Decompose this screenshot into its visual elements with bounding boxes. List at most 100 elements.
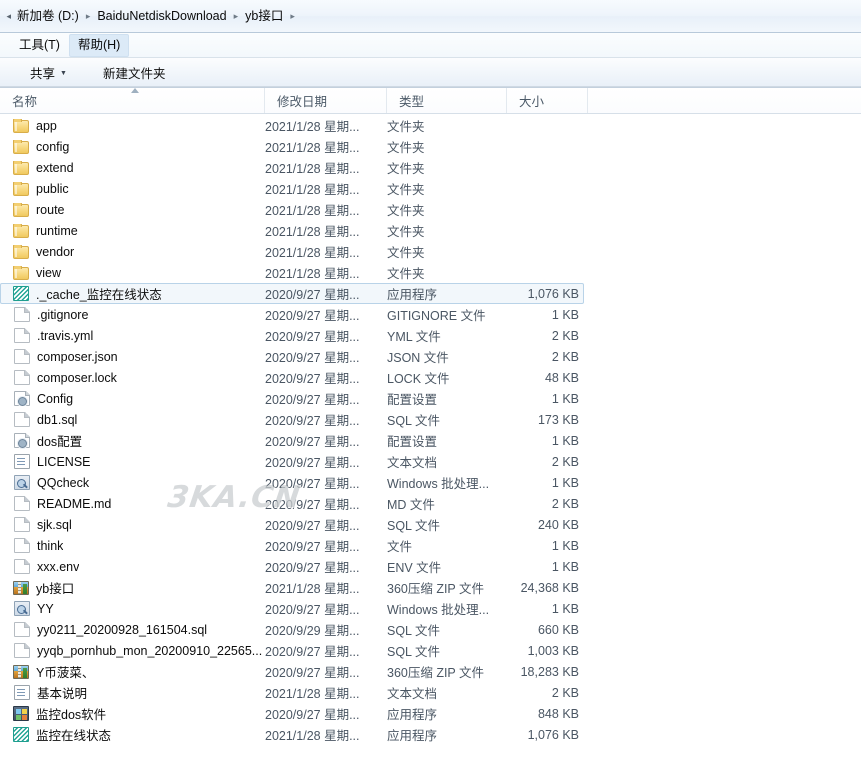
file-row[interactable]: YY2020/9/27 星期...Windows 批处理...1 KB	[0, 598, 861, 619]
file-type-cell: 文件夹	[387, 221, 507, 240]
file-name-cell: YY	[1, 601, 265, 616]
file-row[interactable]: yy0211_20200928_161504.sql2020/9/29 星期..…	[0, 619, 861, 640]
file-row[interactable]: Y币菠菜、2020/9/27 星期...360压缩 ZIP 文件18,283 K…	[0, 661, 861, 682]
file-row[interactable]: 监控dos软件2020/9/27 星期...应用程序848 KB	[0, 703, 861, 724]
file-row-content: dos配置2020/9/27 星期...配置设置1 KB	[0, 430, 584, 451]
file-row[interactable]: app2021/1/28 星期...文件夹	[0, 115, 861, 136]
file-name-label: vendor	[36, 245, 74, 259]
file-row[interactable]: runtime2021/1/28 星期...文件夹	[0, 220, 861, 241]
menu-item-help[interactable]: 帮助(H)	[69, 34, 129, 57]
file-row[interactable]: ._cache_监控在线状态2020/9/27 星期...应用程序1,076 K…	[0, 283, 861, 304]
file-row[interactable]: vendor2021/1/28 星期...文件夹	[0, 241, 861, 262]
file-row[interactable]: README.md2020/9/27 星期...MD 文件2 KB	[0, 493, 861, 514]
file-row[interactable]: composer.json2020/9/27 星期...JSON 文件2 KB	[0, 346, 861, 367]
file-row[interactable]: sjk.sql2020/9/27 星期...SQL 文件240 KB	[0, 514, 861, 535]
address-bar[interactable]: ◂ 新加卷 (D:) ▸ BaiduNetdiskDownload ▸ yb接口…	[0, 0, 861, 33]
folder-icon	[13, 120, 29, 133]
file-size-cell: 2 KB	[507, 350, 579, 364]
document-icon	[14, 538, 30, 553]
breadcrumb-chevron-icon-2[interactable]: ▸	[231, 8, 242, 24]
file-type-cell: 文本文档	[387, 452, 507, 471]
file-row-content: yyqb_pornhub_mon_20200910_22565...2020/9…	[0, 640, 584, 661]
file-date-cell: 2021/1/28 星期...	[265, 137, 387, 156]
file-row-content: .travis.yml2020/9/27 星期...YML 文件2 KB	[0, 325, 584, 346]
breadcrumb-item-drive[interactable]: 新加卷 (D:)	[13, 6, 83, 26]
file-type-cell: 文件夹	[387, 200, 507, 219]
text-document-icon	[14, 685, 30, 700]
file-type-cell: 文件	[387, 536, 507, 555]
file-name-cell: vendor	[1, 245, 265, 259]
file-row[interactable]: yyqb_pornhub_mon_20200910_22565...2020/9…	[0, 640, 861, 661]
file-date-cell: 2020/9/27 星期...	[265, 452, 387, 471]
new-folder-button[interactable]: 新建文件夹	[95, 60, 174, 85]
file-row[interactable]: public2021/1/28 星期...文件夹	[0, 178, 861, 199]
column-header-name[interactable]: 名称	[0, 88, 265, 113]
file-name-label: README.md	[37, 497, 111, 511]
file-list[interactable]: app2021/1/28 星期...文件夹config2021/1/28 星期.…	[0, 114, 861, 770]
file-date-cell: 2021/1/28 星期...	[265, 200, 387, 219]
file-row-content: db1.sql2020/9/27 星期...SQL 文件173 KB	[0, 409, 584, 430]
breadcrumb-overflow-arrow-icon[interactable]: ◂	[0, 11, 13, 22]
file-type-cell: 文件夹	[387, 179, 507, 198]
file-size-cell: 660 KB	[507, 623, 579, 637]
file-row[interactable]: route2021/1/28 星期...文件夹	[0, 199, 861, 220]
file-row[interactable]: config2021/1/28 星期...文件夹	[0, 136, 861, 157]
folder-icon	[13, 162, 29, 175]
column-header-date-label: 修改日期	[277, 91, 327, 110]
column-header-date[interactable]: 修改日期	[265, 88, 387, 113]
file-name-cell: yyqb_pornhub_mon_20200910_22565...	[1, 643, 265, 658]
file-row-content: vendor2021/1/28 星期...文件夹	[0, 241, 584, 262]
file-date-cell: 2020/9/27 星期...	[265, 599, 387, 618]
file-name-cell: README.md	[1, 496, 265, 511]
file-row[interactable]: 监控在线状态2021/1/28 星期...应用程序1,076 KB	[0, 724, 861, 745]
file-row[interactable]: Config2020/9/27 星期...配置设置1 KB	[0, 388, 861, 409]
file-row[interactable]: think2020/9/27 星期...文件1 KB	[0, 535, 861, 556]
file-row[interactable]: xxx.env2020/9/27 星期...ENV 文件1 KB	[0, 556, 861, 577]
share-button[interactable]: 共享 ▼	[22, 60, 75, 85]
file-date-cell: 2021/1/28 星期...	[265, 158, 387, 177]
file-row[interactable]: extend2021/1/28 星期...文件夹	[0, 157, 861, 178]
file-name-cell: public	[1, 182, 265, 196]
file-row[interactable]: composer.lock2020/9/27 星期...LOCK 文件48 KB	[0, 367, 861, 388]
file-row[interactable]: db1.sql2020/9/27 星期...SQL 文件173 KB	[0, 409, 861, 430]
breadcrumb-chevron-icon-1[interactable]: ▸	[83, 8, 94, 24]
file-row[interactable]: yb接口2021/1/28 星期...360压缩 ZIP 文件24,368 KB	[0, 577, 861, 598]
column-header-type-label: 类型	[399, 91, 424, 110]
file-row[interactable]: .gitignore2020/9/27 星期...GITIGNORE 文件1 K…	[0, 304, 861, 325]
file-name-label: sjk.sql	[37, 518, 72, 532]
file-name-label: Config	[37, 392, 73, 406]
file-type-cell: 应用程序	[387, 725, 507, 744]
breadcrumb-chevron-icon-3[interactable]: ▸	[287, 8, 298, 24]
file-row[interactable]: LICENSE2020/9/27 星期...文本文档2 KB	[0, 451, 861, 472]
column-header-type[interactable]: 类型	[387, 88, 507, 113]
file-type-cell: Windows 批处理...	[387, 599, 507, 618]
file-size-cell: 1,003 KB	[507, 644, 579, 658]
breadcrumb-item-yb-jiekou[interactable]: yb接口	[241, 6, 287, 26]
file-size-cell: 48 KB	[507, 371, 579, 385]
file-date-cell: 2020/9/27 星期...	[265, 536, 387, 555]
file-row-content: yb接口2021/1/28 星期...360压缩 ZIP 文件24,368 KB	[0, 577, 584, 598]
application-exe-icon	[13, 727, 29, 742]
file-row[interactable]: QQcheck2020/9/27 星期...Windows 批处理...1 KB	[0, 472, 861, 493]
file-name-cell: .gitignore	[1, 307, 265, 322]
file-date-cell: 2020/9/27 星期...	[265, 662, 387, 681]
file-name-label: 监控在线状态	[36, 725, 111, 744]
file-name-cell: extend	[1, 161, 265, 175]
breadcrumb-item-baidunetdiskdownload[interactable]: BaiduNetdiskDownload	[93, 6, 230, 26]
file-type-cell: MD 文件	[387, 494, 507, 513]
column-header-size[interactable]: 大小	[507, 88, 588, 113]
file-name-cell: 监控在线状态	[1, 725, 265, 744]
file-row-content: xxx.env2020/9/27 星期...ENV 文件1 KB	[0, 556, 584, 577]
file-type-cell: 应用程序	[387, 284, 507, 303]
menu-item-tools[interactable]: 工具(T)	[10, 34, 69, 57]
file-row[interactable]: 基本说明2021/1/28 星期...文本文档2 KB	[0, 682, 861, 703]
document-icon	[14, 517, 30, 532]
file-row[interactable]: view2021/1/28 星期...文件夹	[0, 262, 861, 283]
sort-ascending-icon	[131, 88, 140, 93]
file-row[interactable]: dos配置2020/9/27 星期...配置设置1 KB	[0, 430, 861, 451]
file-name-cell: Config	[1, 391, 265, 406]
file-row[interactable]: .travis.yml2020/9/27 星期...YML 文件2 KB	[0, 325, 861, 346]
document-icon	[14, 328, 30, 343]
file-name-cell: .travis.yml	[1, 328, 265, 343]
file-name-label: composer.json	[37, 350, 118, 364]
